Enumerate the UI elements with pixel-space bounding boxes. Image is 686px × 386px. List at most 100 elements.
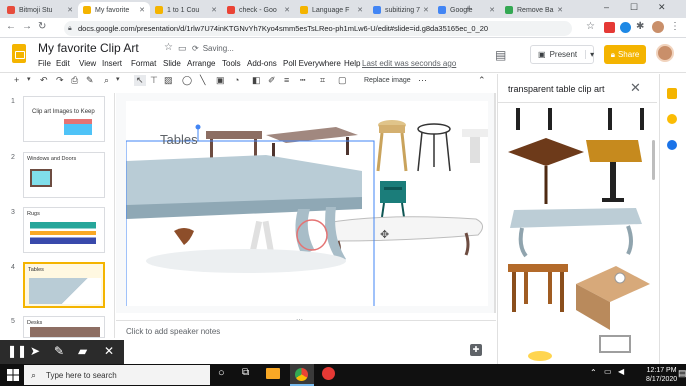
maximize-icon[interactable]: ☐ [630,2,638,13]
forward-icon[interactable]: → [22,21,32,32]
minimize-icon[interactable]: – [604,2,609,12]
pause-icon[interactable]: ❚❚ [7,344,27,358]
keep-icon[interactable] [667,88,677,99]
canvas-scrollbar[interactable] [494,93,496,313]
coffee-table-image[interactable] [266,127,358,161]
panel-scrollbar[interactable] [652,140,655,180]
menu-item[interactable]: Format [131,59,156,68]
teal-nightstand-image[interactable] [380,181,406,218]
search-result-image[interactable] [508,264,568,312]
wooden-leg-image[interactable] [174,228,194,245]
bookmark-star-icon[interactable]: ☆ [586,21,595,32]
back-icon[interactable]: ← [6,21,16,32]
cortana-icon[interactable]: ○ [218,367,225,379]
menu-item[interactable]: Tools [222,59,241,68]
paint-format-icon[interactable]: ✎ [86,75,94,86]
format-options-icon[interactable]: ⋯ [418,75,427,86]
calendar-icon[interactable] [667,140,677,150]
print-icon[interactable]: ⎙ [71,75,78,86]
blue-table-image[interactable] [126,155,362,273]
pointer-icon[interactable]: ➤ [30,344,40,358]
present-button[interactable]: ▣ Present ▾ [530,45,594,64]
white-bench-image[interactable] [324,216,483,264]
white-side-table-image[interactable] [462,129,488,163]
extension-icon[interactable] [604,22,615,33]
tab-close-icon[interactable]: ✕ [486,6,495,14]
border-weight-icon[interactable]: ≡ [284,75,289,85]
tab-close-icon[interactable]: ✕ [420,6,429,14]
slide-thumbnail[interactable]: Clip art Images to Keep [23,96,105,142]
border-color-icon[interactable]: ✐ [268,75,276,86]
window-close-icon[interactable]: ✕ [658,2,666,13]
slide-thumbnail[interactable]: Windows and Doors [23,152,105,198]
format-painter-icon[interactable]: ◔ [234,75,239,85]
fill-color-icon[interactable]: ◧ [252,75,261,86]
taskbar-search-box[interactable]: ⌕ Type here to search [24,365,210,385]
zoom-chevron-icon[interactable]: ▾ [116,75,120,83]
task-view-icon[interactable]: ⧉ [242,367,249,378]
highlighter-icon[interactable]: ▰ [78,344,87,358]
speaker-notes-placeholder[interactable]: Click to add speaker notes [126,327,220,336]
zoom-icon[interactable]: ⌕ [104,75,109,86]
pen-icon[interactable]: ✎ [54,344,64,358]
tab-close-icon[interactable]: ✕ [354,6,363,14]
new-slide-icon[interactable]: + [14,75,19,85]
border-dash-icon[interactable]: ┅ [300,75,305,86]
new-tab-button[interactable]: + [466,3,472,15]
browser-tab[interactable]: check - Goo ✕ [222,2,295,18]
comments-icon[interactable]: ▤ [495,48,506,62]
search-result-image[interactable] [510,208,642,258]
search-result-image[interactable] [508,138,584,204]
file-explorer-icon[interactable] [266,368,280,379]
replace-image-button[interactable]: Replace image [364,77,411,84]
tab-close-icon[interactable]: ✕ [281,6,290,14]
browser-tab[interactable]: Remove Ba ✕ [500,2,568,18]
document-title[interactable]: My favorite Clip Art [38,41,139,55]
volume-icon[interactable]: ◀︎ [618,367,624,376]
menu-item[interactable]: Poll Everywhere [283,59,341,68]
comment-add-icon[interactable]: ▣ [216,75,225,86]
last-edit-link[interactable]: Last edit was seconds ago [362,59,456,68]
browser-tab[interactable]: subitizing 7 ✕ [368,2,433,18]
slide-title-textbox[interactable]: Tables [160,132,198,147]
explore-icon[interactable]: ✚ [470,344,482,356]
slide-thumbnail[interactable]: Desks [23,316,105,338]
close-annotation-icon[interactable]: ✕ [104,344,114,358]
app-taskbar-icon[interactable] [322,367,335,380]
menu-item[interactable]: Add-ons [247,59,277,68]
extension-icon[interactable] [620,22,631,33]
tasks-icon[interactable] [667,114,677,124]
menu-item[interactable]: Insert [102,59,122,68]
extensions-puzzle-icon[interactable]: ✱ [636,21,644,32]
menu-item[interactable]: Slide [163,59,181,68]
reload-icon[interactable]: ↻ [38,21,46,32]
search-result-image[interactable] [599,335,631,353]
taskbar-clock[interactable]: 12:17 PM 8/17/2020 [646,366,677,384]
text-box-icon[interactable]: ⊤ [150,75,158,86]
menu-item[interactable]: Edit [56,59,70,68]
windows-start-icon[interactable] [7,369,19,381]
search-result-image[interactable] [576,266,650,330]
menu-item[interactable]: File [38,59,51,68]
tab-close-icon[interactable]: ✕ [208,6,217,14]
search-result-image[interactable] [528,351,552,361]
share-button[interactable]: 🔒︎ Share [604,45,646,64]
close-icon[interactable]: ✕ [630,80,641,96]
menu-item[interactable]: View [79,59,96,68]
browser-tab[interactable]: 1 to 1 Cou ✕ [150,2,222,18]
crop-icon[interactable]: ⌗ [320,75,325,86]
browser-tab[interactable]: My favorite ✕ [78,2,150,18]
folder-icon[interactable]: ▭ [178,43,187,54]
chevron-down-icon[interactable]: ▾ [585,50,594,59]
search-result-image[interactable] [586,140,642,202]
url-field[interactable]: 🔒︎ docs.google.com/presentation/d/1rlw7U… [64,21,572,36]
new-slide-chevron-icon[interactable]: ▾ [27,75,31,83]
tray-chevron-icon[interactable]: ⌃ [590,368,597,377]
image-search-query[interactable]: transparent table clip art [508,84,605,94]
line-icon[interactable]: ╲ [200,75,205,86]
search-result-image[interactable] [516,108,552,130]
slide-thumbnail[interactable]: Rugs [23,207,105,253]
user-avatar[interactable] [656,44,674,62]
menu-item[interactable]: Arrange [187,59,215,68]
tab-close-icon[interactable]: ✕ [554,6,563,14]
